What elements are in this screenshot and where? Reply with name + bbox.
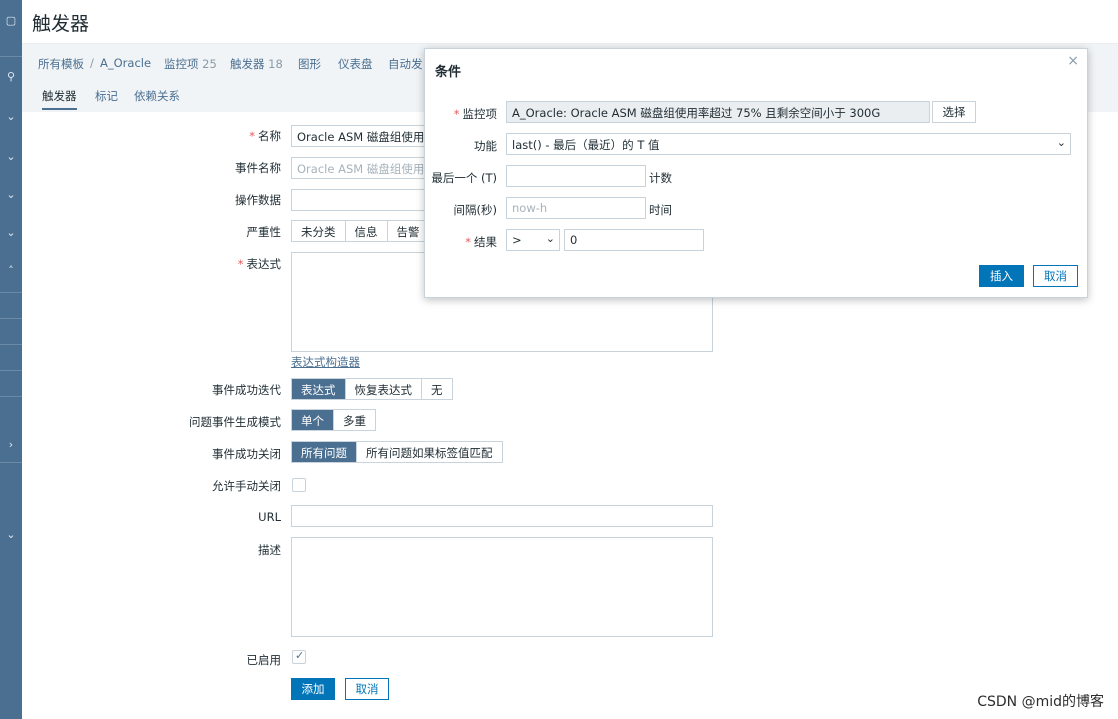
- dialog-last-of-label: 最后一个 (T): [431, 171, 497, 185]
- description-label: 描述: [258, 543, 281, 557]
- ok-event-expression[interactable]: 表达式: [292, 379, 346, 399]
- dialog-function-label: 功能: [474, 139, 497, 153]
- problem-mode-selector: 单个 多重: [291, 409, 376, 431]
- search-icon[interactable]: ⚲: [0, 64, 22, 90]
- last-of-input[interactable]: [506, 165, 646, 187]
- chevron-down-icon: ⌄: [545, 232, 555, 245]
- dialog-item-label-text: 监控项: [462, 107, 498, 121]
- chevron-down-icon[interactable]: ⌄: [0, 182, 22, 208]
- condition-dialog: 条件 × * 监控项 A_Oracle: Oracle ASM 磁盘组使用率超过 …: [424, 48, 1088, 298]
- dialog-result-label: * 结果: [465, 235, 497, 249]
- dialog-item-label: * 监控项: [453, 107, 498, 121]
- function-select-value: last() - 最后（最近）的 T 值: [512, 138, 660, 152]
- url-input[interactable]: [291, 505, 713, 527]
- page-header: 触发器: [22, 0, 1118, 44]
- chevron-down-icon[interactable]: ⌄: [0, 220, 22, 246]
- dialog-cancel-button[interactable]: 取消: [1033, 265, 1078, 287]
- chevron-down-icon: ⌄: [1056, 136, 1066, 149]
- manual-close-label: 允许手动关闭: [212, 479, 281, 493]
- name-label: * 名称: [249, 129, 281, 143]
- add-button[interactable]: 添加: [291, 678, 335, 700]
- select-button[interactable]: 选择: [932, 101, 976, 123]
- ok-close-tag-match[interactable]: 所有问题如果标签值匹配: [357, 442, 502, 462]
- breadcrumb-triggers-count: 18: [268, 57, 283, 71]
- result-value-input[interactable]: 0: [564, 229, 704, 251]
- result-operator-select[interactable]: > ⌄: [506, 229, 560, 251]
- time-label: 时间: [649, 203, 672, 217]
- sidebar-divider: [0, 56, 22, 57]
- dialog-result-label-text: 结果: [474, 235, 497, 249]
- problem-mode-single[interactable]: 单个: [292, 410, 334, 430]
- sidebar-divider: [0, 344, 22, 345]
- tab-tags[interactable]: 标记: [95, 88, 118, 108]
- expression-label: * 表达式: [237, 257, 282, 271]
- url-label: URL: [258, 510, 281, 524]
- name-label-text: 名称: [258, 129, 281, 143]
- ok-close-label: 事件成功关闭: [212, 447, 281, 461]
- breadcrumb-triggers[interactable]: 触发器 18: [230, 56, 283, 72]
- severity-label: 严重性: [246, 225, 282, 239]
- dialog-shift-label: 间隔(秒): [453, 203, 497, 217]
- breadcrumb-graphs[interactable]: 图形: [298, 56, 321, 72]
- chevron-down-icon[interactable]: ⌄: [0, 522, 22, 548]
- ok-close-selector: 所有问题 所有问题如果标签值匹配: [291, 441, 503, 463]
- sidebar-divider: [0, 318, 22, 319]
- sidebar-divider: [0, 370, 22, 371]
- count-label: 计数: [649, 171, 672, 185]
- watermark: CSDN @mid的博客: [977, 694, 1104, 710]
- sidebar-divider: [0, 292, 22, 293]
- breadcrumb-separator: /: [90, 56, 94, 70]
- shift-input[interactable]: now-h: [506, 197, 646, 219]
- manual-close-checkbox[interactable]: [292, 478, 306, 492]
- dialog-title: 条件: [435, 65, 462, 80]
- breadcrumb-items-count: 25: [202, 57, 217, 71]
- enabled-checkbox[interactable]: [292, 649, 306, 664]
- event-name-label: 事件名称: [235, 161, 281, 175]
- menu-icon[interactable]: ▢: [0, 8, 22, 34]
- breadcrumb-all-templates[interactable]: 所有模板: [38, 56, 84, 72]
- ok-event-recovery-expression[interactable]: 恢复表达式: [345, 379, 422, 399]
- expression-builder-link[interactable]: 表达式构造器: [291, 354, 360, 370]
- close-icon[interactable]: ×: [1067, 53, 1079, 69]
- chevron-down-icon[interactable]: ⌄: [0, 104, 22, 130]
- function-select[interactable]: last() - 最后（最近）的 T 值 ⌄: [506, 133, 1071, 155]
- chevron-up-icon[interactable]: ˄: [0, 258, 22, 284]
- sidebar-divider: [0, 396, 22, 397]
- breadcrumb-triggers-label: 触发器: [230, 57, 265, 71]
- expression-label-text: 表达式: [246, 257, 282, 271]
- chevron-right-icon[interactable]: ›: [0, 432, 22, 458]
- opdata-label: 操作数据: [235, 193, 281, 207]
- severity-not-classified[interactable]: 未分类: [292, 221, 346, 241]
- ok-event-generation-selector: 表达式 恢复表达式 无: [291, 378, 453, 400]
- page-title: 触发器: [32, 13, 90, 35]
- problem-mode-multiple[interactable]: 多重: [334, 410, 375, 430]
- result-operator-value: >: [512, 233, 522, 247]
- chevron-down-icon[interactable]: ⌄: [0, 144, 22, 170]
- severity-info[interactable]: 信息: [345, 221, 388, 241]
- cancel-button[interactable]: 取消: [345, 678, 389, 700]
- sidebar: ▢ ⚲ ⌄ ⌄ ⌄ ⌄ ˄ › ⌄: [0, 0, 22, 719]
- breadcrumb-template[interactable]: A_Oracle: [100, 56, 151, 70]
- breadcrumb-discovery[interactable]: 自动发: [388, 56, 423, 72]
- problem-mode-label: 问题事件生成模式: [189, 415, 281, 429]
- description-textarea[interactable]: [291, 537, 713, 637]
- ok-close-all-problems[interactable]: 所有问题: [292, 442, 357, 462]
- sidebar-divider: [0, 462, 22, 463]
- dialog-item-input: A_Oracle: Oracle ASM 磁盘组使用率超过 75% 且剩余空间小…: [506, 101, 930, 123]
- breadcrumb-items-label: 监控项: [164, 57, 199, 71]
- enabled-label: 已启用: [246, 653, 282, 667]
- tab-dependencies[interactable]: 依赖关系: [134, 88, 180, 108]
- breadcrumb-items[interactable]: 监控项 25: [164, 56, 217, 72]
- tab-trigger[interactable]: 触发器: [42, 88, 77, 110]
- ok-event-generation-label: 事件成功迭代: [212, 383, 281, 397]
- insert-button[interactable]: 插入: [979, 265, 1024, 287]
- ok-event-none[interactable]: 无: [422, 379, 452, 399]
- breadcrumb-dashboards[interactable]: 仪表盘: [338, 56, 373, 72]
